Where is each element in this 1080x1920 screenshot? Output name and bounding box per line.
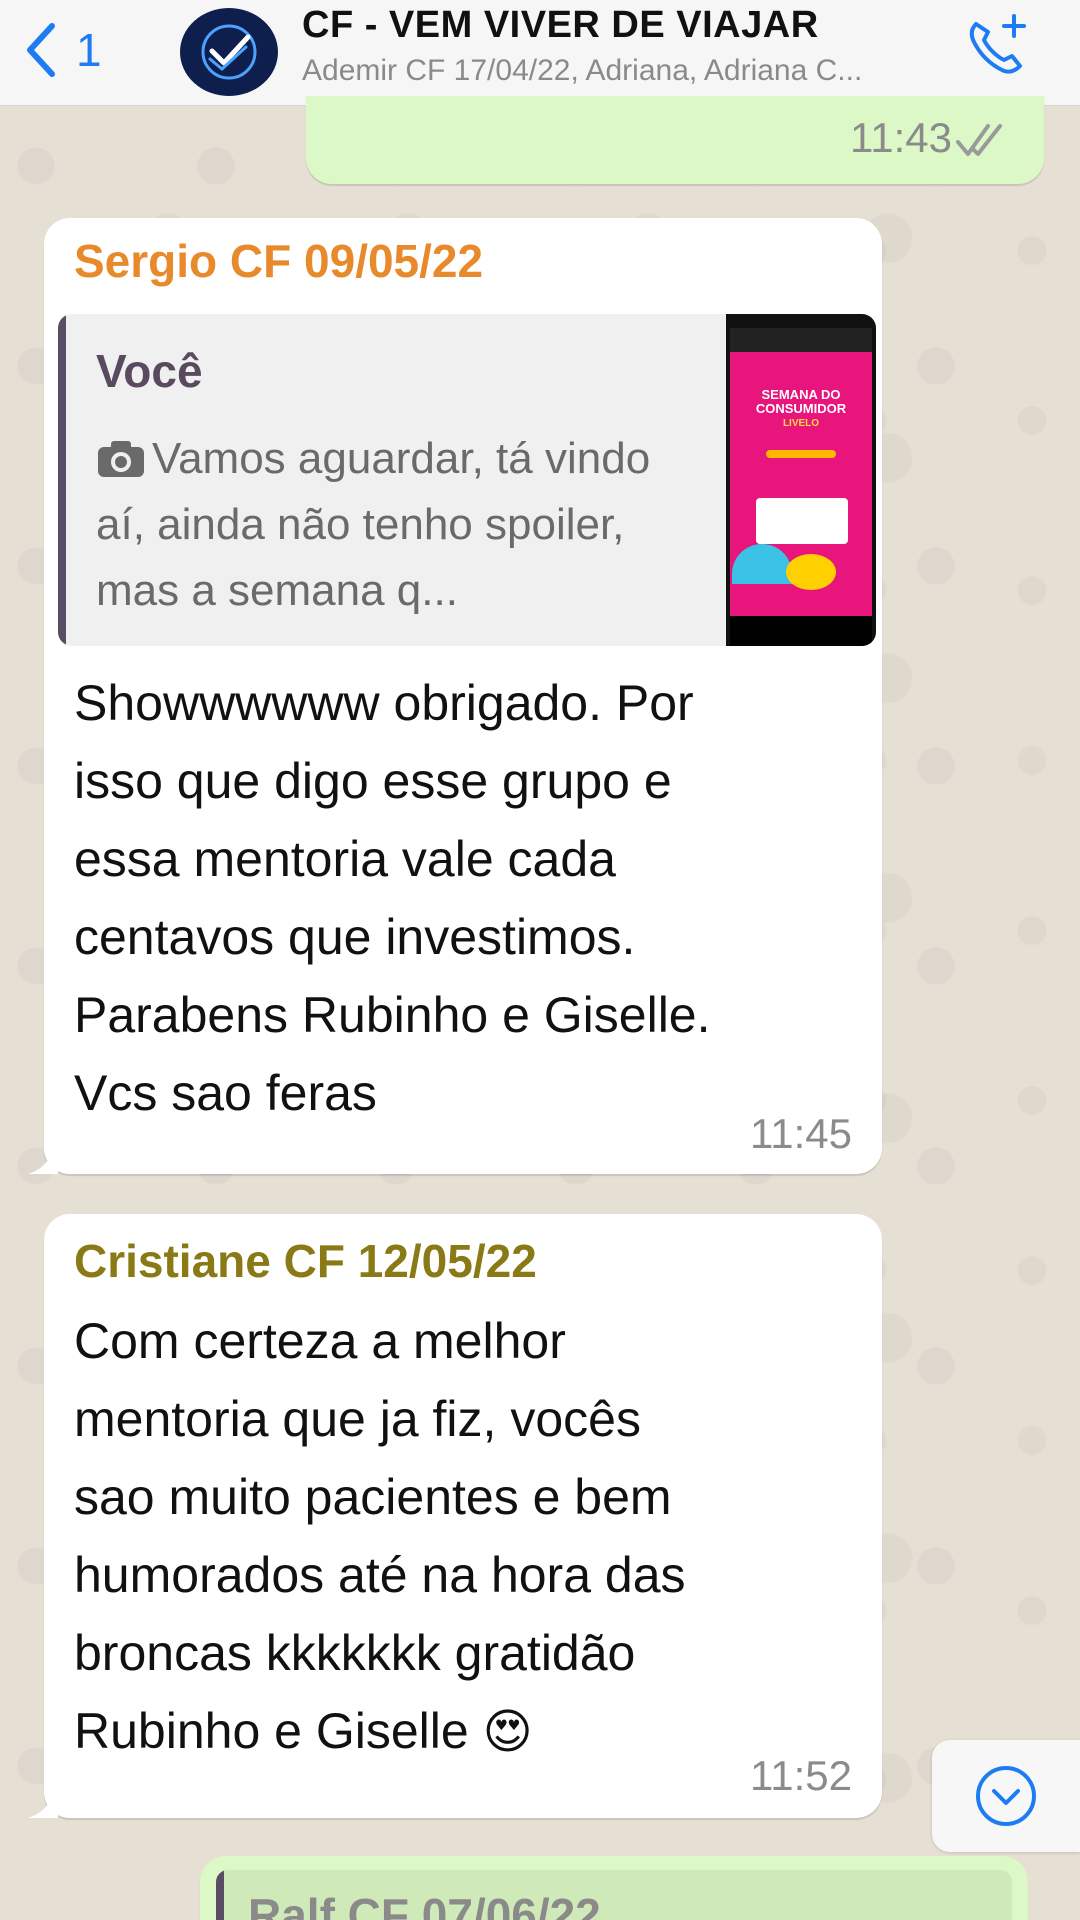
message-time: 11:52 (750, 1752, 852, 1799)
quote-bar (58, 314, 66, 646)
heart-eyes-emoji: 😍 (482, 1706, 533, 1759)
scroll-down-icon (976, 1766, 1036, 1826)
add-call-icon (969, 14, 1026, 74)
message-text: Showwwwww obrigado. Por isso que digo es… (74, 675, 711, 1121)
quote-author: Você (96, 345, 203, 397)
quote-thumbnail[interactable]: SEMANA DO CONSUMIDOR LIVELO (726, 314, 876, 646)
thumb-title: SEMANA DO CONSUMIDOR (755, 387, 847, 416)
group-avatar[interactable] (180, 8, 278, 96)
bubble-tail (28, 1788, 58, 1818)
group-title[interactable]: CF - VEM VIVER DE VIAJAR (302, 4, 819, 47)
message-text: Com certeza a melhor mentoria que ja fiz… (74, 1302, 874, 1772)
quoted-message[interactable]: Ralf CF 07/06/22 (216, 1870, 1012, 1920)
quote-text: Vamos aguardar, tá vindo aí, ainda não t… (96, 426, 686, 624)
message-time: 11:43 (850, 114, 952, 161)
thumb-reply-bar (730, 616, 872, 646)
outgoing-message[interactable]: Ralf CF 07/06/22 (200, 1856, 1028, 1920)
thumb-shape-2 (786, 554, 836, 590)
outgoing-message[interactable]: 11:43 (306, 96, 1044, 184)
thumb-status-bar (730, 328, 872, 352)
message-body: Com certeza a melhor mentoria que ja fiz… (74, 1313, 686, 1759)
back-chevron-icon (27, 23, 55, 77)
add-call-button[interactable] (962, 10, 1032, 80)
thumb-countdown (756, 498, 848, 544)
sender-name[interactable]: Cristiane CF 12/05/22 (74, 1234, 537, 1288)
thumb-brand: LIVELO (782, 418, 820, 429)
thumb-button (766, 450, 836, 458)
read-receipt-icon (956, 124, 1002, 156)
group-members[interactable]: Ademir CF 17/04/22, Adriana, Adriana C..… (302, 54, 862, 88)
sender-name[interactable]: Sergio CF 09/05/22 (74, 234, 483, 288)
chat-header: 1 CF - VEM VIVER DE VIAJAR Ademir CF 17/… (0, 0, 1080, 106)
message-time: 11:45 (750, 1110, 852, 1157)
back-button[interactable]: 1 (22, 10, 102, 90)
quote-body: Vamos aguardar, tá vindo aí, ainda não t… (96, 434, 651, 615)
quote-bar (216, 1870, 224, 1920)
unread-count: 1 (76, 24, 102, 76)
bubble-tail (28, 1144, 58, 1174)
group-avatar-icon (201, 24, 257, 80)
quoted-message[interactable]: Você Vamos aguardar, tá vindo aí, ainda … (58, 314, 876, 646)
incoming-message[interactable]: Sergio CF 09/05/22 Você Vamos aguardar, … (28, 218, 882, 1174)
quote-author: Ralf CF 07/06/22 (248, 1889, 601, 1920)
camera-icon (98, 441, 144, 477)
scroll-down-button[interactable] (932, 1740, 1080, 1852)
incoming-message[interactable]: Cristiane CF 12/05/22 Com certeza a melh… (28, 1214, 882, 1818)
